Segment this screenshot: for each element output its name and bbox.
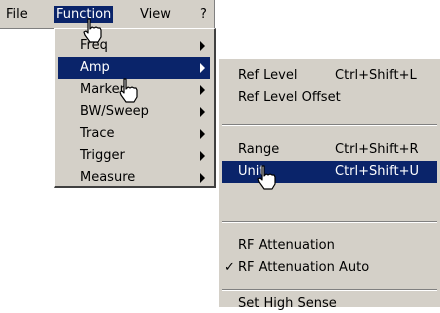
- menu-file[interactable]: File: [4, 6, 30, 23]
- menu-item-shortcut: Ctrl+Shift+L: [335, 68, 417, 83]
- submenu-arrow-icon: [200, 85, 205, 95]
- menu-separator: [222, 124, 437, 126]
- menu-item-set-high-sense[interactable]: Set High Sense: [222, 295, 437, 313]
- menu-item-ref-level[interactable]: Ref Level Ctrl+Shift+L: [222, 65, 437, 87]
- menu-item-amp[interactable]: Amp: [58, 57, 210, 79]
- menu-item-ref-level-offset[interactable]: Ref Level Offset: [222, 87, 437, 109]
- function-menu: Freq Amp Marker BW/Sweep Trace Trigger M…: [54, 28, 216, 188]
- menu-item-label: Trigger: [80, 148, 125, 163]
- check-icon: ✓: [224, 260, 235, 275]
- menu-item-trace[interactable]: Trace: [58, 123, 210, 145]
- menu-separator: [222, 221, 437, 223]
- submenu-arrow-icon: [200, 151, 205, 161]
- menu-item-trigger[interactable]: Trigger: [58, 145, 210, 167]
- menu-item-label: RF Attenuation: [238, 238, 335, 253]
- menu-item-shortcut: Ctrl+Shift+R: [335, 142, 419, 157]
- menu-help[interactable]: ?: [198, 6, 209, 23]
- menu-item-bw-sweep[interactable]: BW/Sweep: [58, 101, 210, 123]
- hand-cursor-icon: [119, 78, 138, 103]
- menu-item-label: Ref Level Offset: [238, 90, 341, 105]
- menu-view[interactable]: View: [138, 6, 173, 23]
- menu-item-label: Amp: [80, 60, 110, 75]
- menu-item-measure[interactable]: Measure: [58, 167, 210, 189]
- menu-item-shortcut: Ctrl+Shift+U: [335, 164, 419, 179]
- menu-item-label: BW/Sweep: [80, 104, 149, 119]
- menu-item-label: RF Attenuation Auto: [238, 260, 370, 275]
- amp-submenu: Ref Level Ctrl+Shift+L Ref Level Offset …: [218, 58, 440, 311]
- menu-item-freq[interactable]: Freq: [58, 35, 210, 57]
- submenu-arrow-icon: [200, 63, 205, 73]
- menu-item-label: Ref Level: [238, 68, 298, 83]
- menu-item-label: Measure: [80, 170, 136, 185]
- menu-separator: [222, 289, 437, 291]
- submenu-arrow-icon: [200, 129, 205, 139]
- menu-item-rf-attenuation-auto[interactable]: ✓ RF Attenuation Auto: [222, 257, 437, 279]
- menu-item-label: Range: [238, 142, 280, 157]
- menu-bar: File Function View ?: [0, 0, 215, 29]
- submenu-arrow-icon: [200, 173, 205, 183]
- menu-item-range[interactable]: Range Ctrl+Shift+R: [222, 139, 437, 161]
- menu-item-label: Set High Sense: [238, 296, 337, 311]
- hand-cursor-icon: [83, 18, 102, 43]
- submenu-arrow-icon: [200, 107, 205, 117]
- hand-cursor-icon: [257, 165, 276, 190]
- submenu-arrow-icon: [200, 41, 205, 51]
- menu-item-unit[interactable]: Unit Ctrl+Shift+U: [222, 161, 437, 183]
- menu-item-rf-attenuation[interactable]: RF Attenuation: [222, 235, 437, 257]
- menu-item-label: Trace: [80, 126, 115, 141]
